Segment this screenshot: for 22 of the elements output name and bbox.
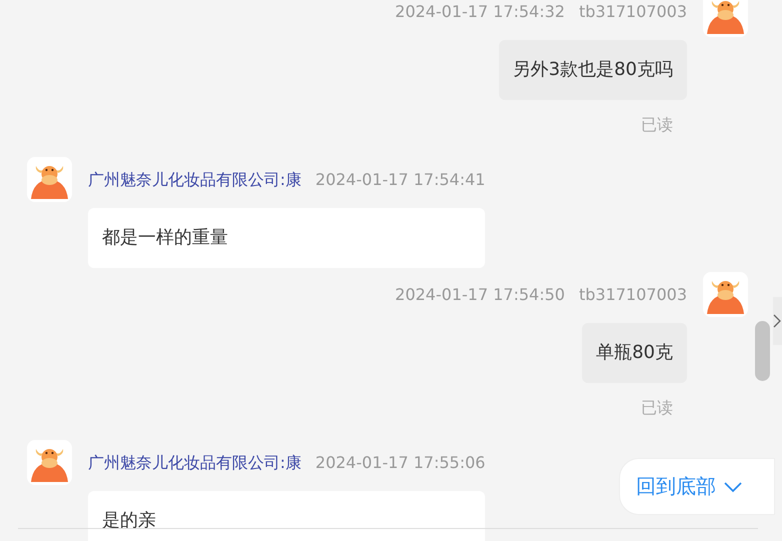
message-time: 2024-01-17 17:54:41	[315, 169, 486, 191]
bull-avatar-icon	[27, 157, 72, 202]
sender-id: tb317107003	[578, 1, 687, 23]
side-tab[interactable]	[773, 297, 782, 345]
sender-name: 广州魅奈儿化妆品有限公司:康	[88, 452, 302, 474]
bull-avatar-icon	[703, 272, 748, 317]
message-bubble: 另外3款也是80克吗	[498, 40, 687, 100]
message-time: 2024-01-17 17:54:50	[395, 284, 565, 306]
read-status: 已读	[641, 114, 674, 136]
bull-avatar-icon	[27, 440, 72, 485]
read-status: 已读	[641, 397, 674, 419]
message-bubble: 都是一样的重量	[88, 208, 486, 268]
scrollbar-thumb[interactable]	[755, 321, 770, 381]
chevron-right-icon	[773, 314, 781, 328]
message-bubble: 单瓶80克	[582, 323, 687, 383]
message-bubble: 是的亲	[88, 491, 486, 541]
sender-id: tb317107003	[578, 284, 687, 306]
scroll-to-bottom-button[interactable]: 回到底部	[619, 458, 775, 515]
message-time: 2024-01-17 17:54:32	[395, 1, 565, 23]
chevron-down-icon	[724, 480, 742, 492]
message-time: 2024-01-17 17:55:06	[315, 452, 486, 474]
sender-name: 广州魅奈儿化妆品有限公司:康	[88, 169, 302, 191]
